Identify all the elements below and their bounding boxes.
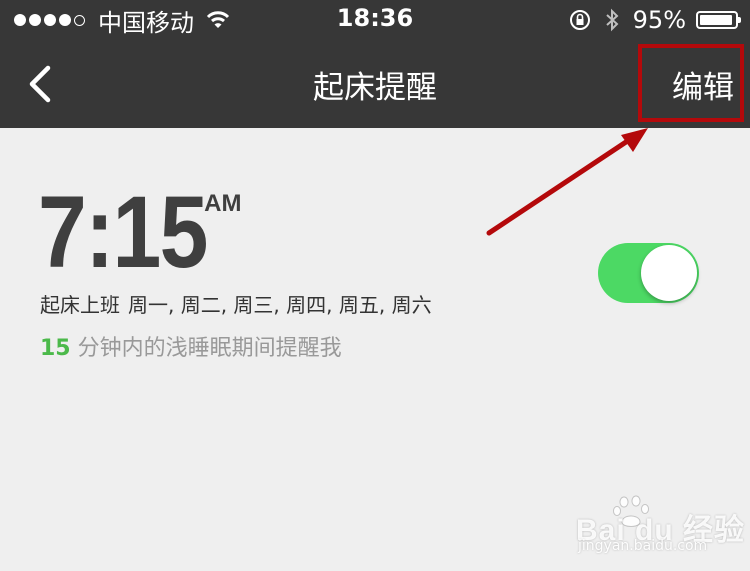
battery-percent: 95% bbox=[632, 6, 686, 34]
status-bar: 中国移动 18:36 95% bbox=[0, 0, 750, 40]
toggle-knob bbox=[641, 245, 697, 301]
smart-wake-minutes: 15 bbox=[40, 336, 71, 361]
alarm-time: 7:15 bbox=[38, 175, 208, 289]
alarm-toggle[interactable] bbox=[598, 243, 699, 303]
smart-wake-text: 15 分钟内的浅睡眠期间提醒我 bbox=[40, 330, 342, 362]
bluetooth-icon bbox=[605, 8, 619, 32]
battery-fill bbox=[700, 15, 733, 25]
status-right: 95% bbox=[569, 6, 741, 34]
alarm-description: 起床上班 周一, 周二, 周三, 周四, 周五, 周六 bbox=[40, 289, 432, 318]
annotation-highlight-box bbox=[638, 44, 744, 122]
rotation-lock-icon bbox=[569, 10, 590, 30]
alarm-label: 起床上班 bbox=[40, 293, 120, 317]
alarm-repeat-days: 周一, 周二, 周三, 周四, 周五, 周六 bbox=[128, 293, 432, 317]
alarm-ampm: AM bbox=[204, 190, 242, 217]
alarm-time-row[interactable]: 7:15 AM bbox=[38, 175, 242, 289]
watermark-url: jingyan.baidu.com bbox=[578, 538, 708, 554]
smart-wake-description: 分钟内的浅睡眠期间提醒我 bbox=[70, 336, 342, 361]
battery-icon bbox=[696, 11, 741, 29]
